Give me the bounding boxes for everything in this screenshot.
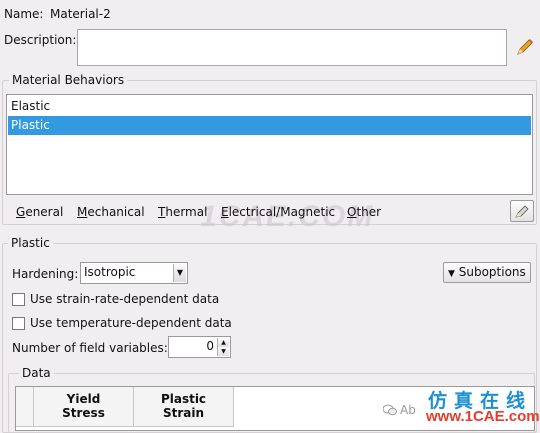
field-variables-label: Number of field variables:	[12, 341, 168, 355]
hardening-label: Hardening:	[12, 267, 79, 281]
behaviors-list[interactable]: Elastic Plastic	[6, 94, 533, 195]
name-value: Material-2	[50, 7, 111, 21]
list-item-plastic[interactable]: Plastic	[8, 116, 531, 135]
column-header-plastic-strain[interactable]: Plastic Strain	[134, 387, 234, 427]
suboptions-label: Suboptions	[458, 265, 526, 279]
spin-down-icon[interactable]: ▼	[218, 347, 229, 356]
triangle-down-icon: ▼	[448, 269, 455, 279]
edit-pencil-icon[interactable]	[514, 36, 536, 58]
edit-behavior-button[interactable]	[510, 200, 534, 222]
chevron-down-icon: ▼	[173, 264, 186, 282]
menu-other[interactable]: Other	[347, 205, 381, 219]
menu-electrical-magnetic[interactable]: Electrical/Magnetic	[221, 205, 335, 219]
hardening-value: Isotropic	[84, 265, 136, 279]
material-behaviors-title: Material Behaviors	[9, 73, 128, 87]
temperature-label: Use temperature-dependent data	[30, 316, 232, 330]
name-label: Name:	[4, 7, 44, 21]
table-corner	[16, 387, 34, 427]
suboptions-button[interactable]: ▼ Suboptions	[443, 262, 531, 283]
description-label: Description:	[4, 33, 77, 47]
list-item-elastic[interactable]: Elastic	[8, 97, 531, 116]
data-title: Data	[19, 366, 54, 380]
menu-general[interactable]: General	[16, 205, 63, 219]
plastic-title: Plastic	[8, 236, 53, 250]
spin-up-icon[interactable]: ▲	[218, 338, 229, 347]
wechat-icon	[382, 404, 397, 416]
watermark-wechat-text: Ab	[400, 403, 416, 417]
watermark-url: www.1CAE.com	[426, 408, 540, 425]
hardening-select[interactable]: Isotropic ▼	[80, 262, 188, 284]
strain-rate-label: Use strain-rate-dependent data	[30, 292, 220, 306]
temperature-checkbox[interactable]	[12, 317, 25, 330]
menu-thermal[interactable]: Thermal	[158, 205, 207, 219]
pencil-icon	[515, 205, 529, 218]
menu-mechanical[interactable]: Mechanical	[77, 205, 145, 219]
column-header-yield-stress[interactable]: Yield Stress	[34, 387, 134, 427]
spinner-arrows[interactable]: ▲ ▼	[217, 338, 229, 356]
strain-rate-checkbox[interactable]	[12, 293, 25, 306]
description-input[interactable]	[77, 29, 507, 66]
field-variables-value: 0	[206, 339, 214, 353]
field-variables-spinner[interactable]: 0 ▲ ▼	[168, 336, 231, 358]
